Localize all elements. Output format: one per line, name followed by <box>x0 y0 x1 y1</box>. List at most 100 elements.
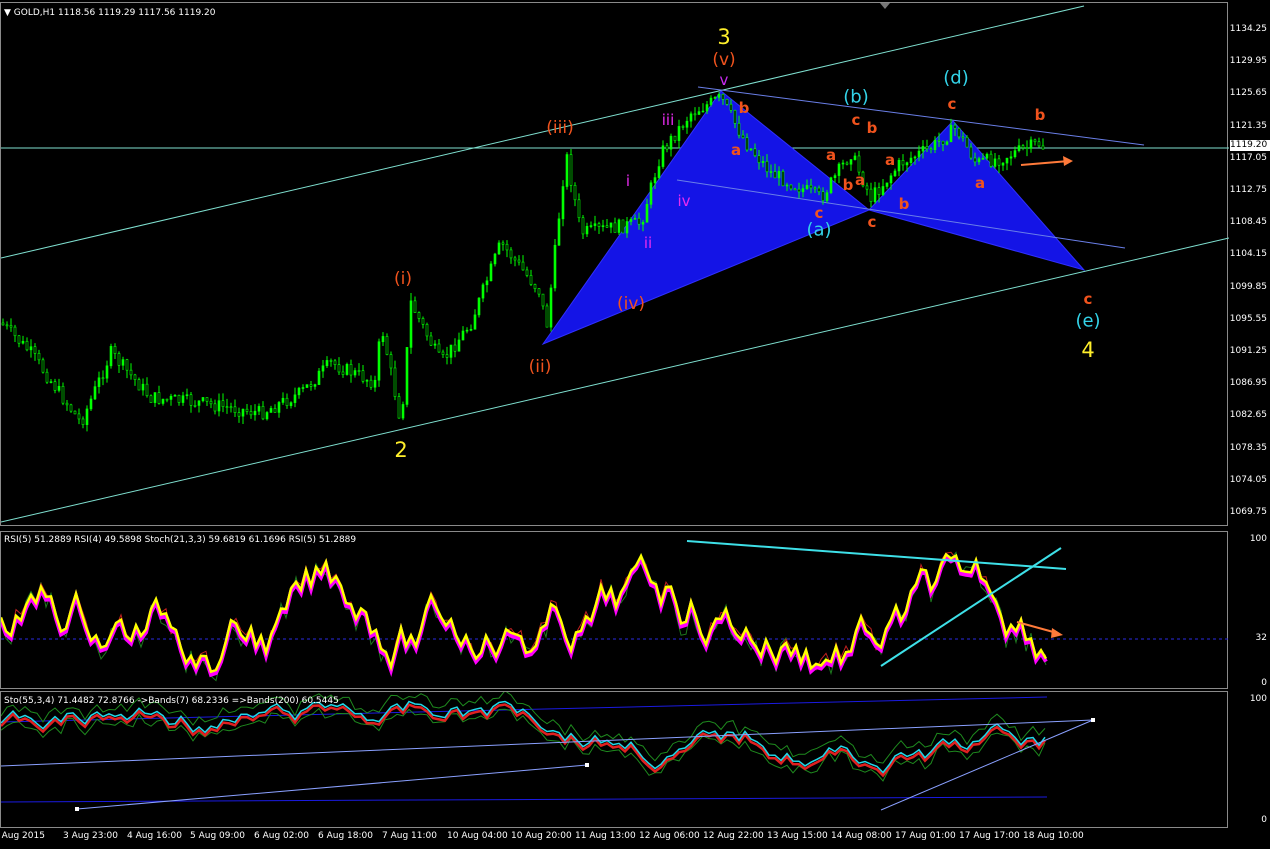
candle-body <box>225 406 229 408</box>
candle-body <box>721 94 725 100</box>
candle-body <box>389 354 393 369</box>
candle-body <box>433 343 437 346</box>
price-axis-label: 1078.35 <box>1229 442 1267 453</box>
candle-body <box>229 406 233 409</box>
candle-body <box>25 340 29 351</box>
candle-body <box>981 157 985 160</box>
time-axis-label: 12 Aug 06:00 <box>639 831 700 841</box>
price-chart-canvas[interactable] <box>1 3 1229 527</box>
candle-body <box>849 159 853 165</box>
candle-body <box>829 177 833 193</box>
rsi-canvas[interactable] <box>1 532 1229 690</box>
candle-body <box>657 166 661 178</box>
candle-body <box>629 219 633 222</box>
price-chart-pane[interactable]: ▼ GOLD,H1 1118.56 1119.29 1117.56 1119.2… <box>0 2 1229 527</box>
candle-body <box>973 157 977 163</box>
candle-body <box>569 154 573 186</box>
candle-body <box>529 275 533 285</box>
candle-body <box>137 379 141 391</box>
candle-body <box>745 137 749 151</box>
ohlc-label: 1118.56 1119.29 1117.56 1119.20 <box>58 8 216 18</box>
candle-body <box>89 398 93 410</box>
wave-label-i-paren: (i) <box>394 269 412 289</box>
candle-body <box>557 218 561 246</box>
time-axis-label: 12 Aug 22:00 <box>703 831 764 841</box>
candle-body <box>61 386 65 404</box>
trend-arrow-main <box>1020 160 1070 166</box>
candle-body <box>813 187 817 190</box>
price-axis-label: 1086.95 <box>1229 378 1267 389</box>
candle-body <box>77 413 81 420</box>
candle-body <box>497 242 501 255</box>
price-axis-label: 1091.25 <box>1229 346 1267 356</box>
candle-body <box>301 387 305 389</box>
rsi-shadow-line <box>1 554 1048 678</box>
candle-body <box>485 280 489 286</box>
stochastic-canvas[interactable] <box>1 692 1229 829</box>
candle-body <box>205 397 209 402</box>
candle-body <box>329 360 333 362</box>
wave-label-c-3: c <box>867 213 877 231</box>
price-axis-label: 1108.45 <box>1229 217 1267 228</box>
candle-body <box>297 387 301 396</box>
price-axis-label: 1125.65 <box>1229 88 1267 99</box>
candle-body <box>325 360 329 367</box>
candle-body <box>701 110 705 113</box>
candle-body <box>41 359 45 373</box>
candle-body <box>929 148 933 151</box>
candle-body <box>653 177 657 184</box>
candle-body <box>201 397 205 402</box>
candle-body <box>81 418 85 426</box>
candle-body <box>817 187 821 192</box>
candle-body <box>669 135 673 150</box>
candle-body <box>133 374 137 380</box>
candle-body <box>289 402 293 407</box>
candle-body <box>369 379 373 388</box>
candle-body <box>805 185 809 189</box>
price-axis-label: 1074.05 <box>1229 474 1267 485</box>
candle-body <box>553 244 557 289</box>
candle-body <box>85 408 89 426</box>
candle-body <box>917 150 921 158</box>
candle-body <box>729 103 733 111</box>
candle-body <box>445 354 449 358</box>
candle-body <box>69 404 73 412</box>
candle-body <box>913 156 917 159</box>
candle-body <box>549 287 553 328</box>
wave-label-b-3: b <box>842 176 854 194</box>
candle-body <box>945 141 949 145</box>
stochastic-indicator-pane[interactable]: Sto(55,3,4) 71.4482 72.8766 ->Bands(7) 6… <box>0 691 1228 828</box>
candle-body <box>313 384 317 387</box>
candle-body <box>489 263 493 282</box>
candle-body <box>801 188 805 193</box>
candle-body <box>213 403 217 412</box>
candle-body <box>697 111 701 115</box>
wave-label-a-4: a <box>884 151 896 169</box>
candle-body <box>1037 141 1041 147</box>
candle-body <box>633 217 637 220</box>
dropdown-triangle-icon[interactable]: ▼ <box>4 8 11 18</box>
candle-body <box>241 408 245 417</box>
candle-body <box>909 157 913 163</box>
candle-body <box>373 379 377 388</box>
candle-body <box>233 406 237 413</box>
candle-body <box>793 188 797 191</box>
wave-label-iii-paren: (iii) <box>546 118 574 138</box>
time-axis-label: 10 Aug 04:00 <box>447 831 508 841</box>
sto-anchor-2 <box>585 763 589 767</box>
candle-body <box>501 242 505 245</box>
candle-body <box>153 392 157 403</box>
chart-shift-icon[interactable] <box>880 3 890 9</box>
candle-body <box>125 359 129 371</box>
time-axis-label: 10 Aug 20:00 <box>511 831 572 841</box>
candle-body <box>641 221 645 225</box>
candle-body <box>53 381 57 391</box>
candle-body <box>341 371 345 375</box>
candle-body <box>825 192 829 201</box>
candle-body <box>453 344 457 352</box>
rsi-indicator-pane[interactable]: RSI(5) 51.2889 RSI(4) 49.5898 Stoch(21,3… <box>0 531 1229 690</box>
candle-body <box>381 336 385 343</box>
candle-body <box>321 365 325 372</box>
candle-body <box>769 171 773 173</box>
candle-body <box>541 293 545 307</box>
